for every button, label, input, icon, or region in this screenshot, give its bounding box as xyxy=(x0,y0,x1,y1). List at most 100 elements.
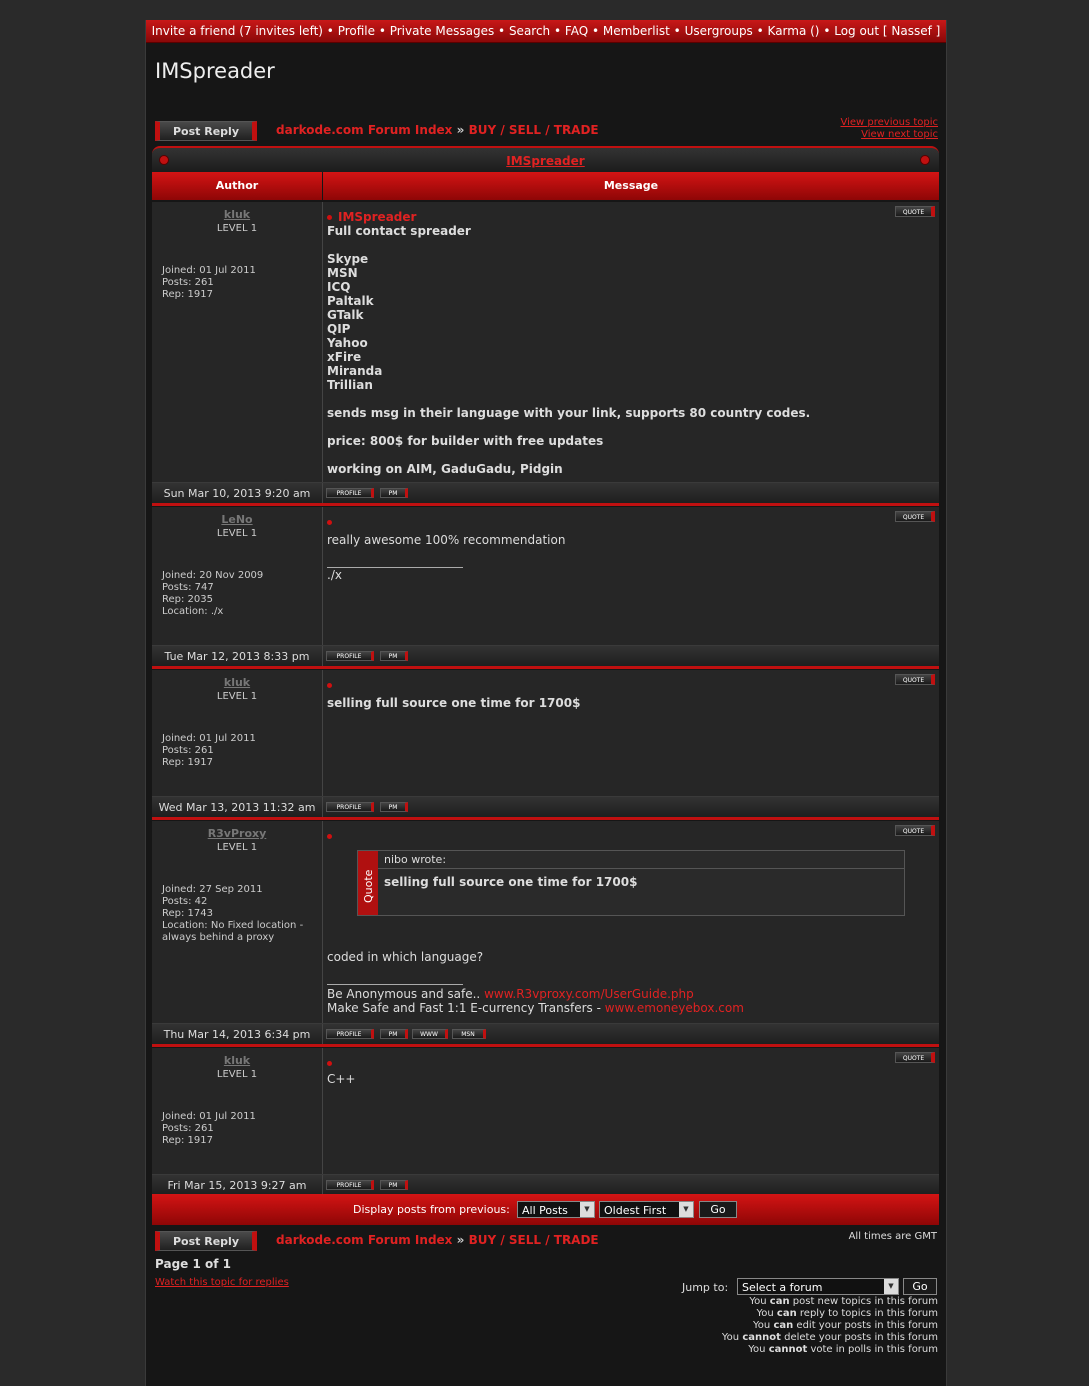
post-message-panel: QUOTE selling full source one time for 1… xyxy=(323,670,939,796)
pm-button[interactable]: PM xyxy=(380,488,408,498)
post-line: working on AIM, GaduGadu, Pidgin xyxy=(327,462,563,476)
quote-tab: Quote xyxy=(358,851,378,915)
post-footer: Tue Mar 12, 2013 8:33 pm PROFILE PM xyxy=(152,645,939,667)
post-message-panel: QUOTE IMSpreader Full contact spreader S… xyxy=(323,202,939,482)
author-rep: Rep: 1743 xyxy=(162,908,213,919)
post-body: C++ xyxy=(327,1056,917,1086)
post-line: MSN xyxy=(327,266,358,280)
pm-button[interactable]: PM xyxy=(380,651,408,661)
author-info: Joined: 27 Sep 2011 Posts: 42 Rep: 1743 … xyxy=(162,884,317,944)
post-body: IMSpreader Full contact spreader Skype M… xyxy=(327,210,917,476)
post-author-panel: kluk LEVEL 1 Joined: 01 Jul 2011 Posts: … xyxy=(152,202,323,482)
post-text: coded in which language? xyxy=(327,950,484,964)
search-link[interactable]: Search xyxy=(509,24,550,38)
breadcrumb-separator: » xyxy=(456,1233,465,1247)
signature-link[interactable]: www.emoneyebox.com xyxy=(605,1001,744,1015)
post-date: Wed Mar 13, 2013 11:32 am xyxy=(152,797,323,818)
signature-line-2: Make Safe and Fast 1:1 E-currency Transf… xyxy=(327,1001,917,1015)
jump-forum-select[interactable]: Select a forum ▼ xyxy=(737,1278,899,1295)
post-4: R3vProxy LEVEL 1 Joined: 27 Sep 2011 Pos… xyxy=(152,821,939,1045)
display-go-button[interactable]: Go xyxy=(699,1201,737,1218)
view-previous-topic-link[interactable]: View previous topic xyxy=(840,117,938,129)
post-message-panel: QUOTE really awesome 100% recommendation… xyxy=(323,507,939,645)
breadcrumb-index-link[interactable]: darkode.com Forum Index xyxy=(276,123,452,137)
author-level: LEVEL 1 xyxy=(216,223,258,234)
pm-button[interactable]: PM xyxy=(380,1180,408,1190)
pm-button[interactable]: PM xyxy=(380,1029,408,1039)
author-info: Joined: 20 Nov 2009 Posts: 747 Rep: 2035… xyxy=(162,570,317,618)
msn-button[interactable]: MSN xyxy=(452,1029,486,1039)
jump-label: Jump to: xyxy=(682,1281,729,1294)
post-line: price: 800$ for builder with free update… xyxy=(327,434,604,448)
author-location: Location: ./x xyxy=(162,606,224,617)
post-bullet-icon xyxy=(327,1061,332,1066)
view-next-topic-link[interactable]: View next topic xyxy=(840,129,938,141)
breadcrumb-forum-link[interactable]: BUY / SELL / TRADE xyxy=(469,123,599,137)
topic-title-link[interactable]: IMSpreader xyxy=(506,154,584,168)
pm-button[interactable]: PM xyxy=(380,802,408,812)
post-message-panel: QUOTE C++ xyxy=(323,1048,939,1174)
message-column-header: Message xyxy=(323,172,939,200)
breadcrumb-index-link[interactable]: darkode.com Forum Index xyxy=(276,1233,452,1247)
private-messages-link[interactable]: Private Messages xyxy=(390,24,495,38)
author-joined: Joined: 01 Jul 2011 xyxy=(162,733,256,744)
post-author-panel: kluk LEVEL 1 Joined: 01 Jul 2011 Posts: … xyxy=(152,670,323,796)
profile-button[interactable]: PROFILE xyxy=(326,651,374,661)
author-name-link[interactable]: kluk xyxy=(152,208,322,221)
usergroups-link[interactable]: Usergroups xyxy=(685,24,753,38)
post-line: sends msg in their language with your li… xyxy=(327,406,811,420)
post-footer: Thu Mar 14, 2013 6:34 pm PROFILE PM WWW … xyxy=(152,1023,939,1045)
display-options-bar: Display posts from previous: All Posts ▼… xyxy=(152,1194,939,1225)
post-5: kluk LEVEL 1 Joined: 01 Jul 2011 Posts: … xyxy=(152,1048,939,1196)
chevron-down-icon: ▼ xyxy=(679,1202,693,1217)
post-reply-button-bottom[interactable]: Post Reply xyxy=(155,1231,257,1251)
post-reply-button[interactable]: Post Reply xyxy=(155,121,257,141)
author-joined: Joined: 20 Nov 2009 xyxy=(162,570,264,581)
post-body xyxy=(327,829,917,843)
faq-link[interactable]: FAQ xyxy=(565,24,588,38)
post-3: kluk LEVEL 1 Joined: 01 Jul 2011 Posts: … xyxy=(152,670,939,818)
page-wrapper: Invite a friend (7 invites left) • Profi… xyxy=(145,20,947,1386)
memberlist-link[interactable]: Memberlist xyxy=(603,24,670,38)
www-button[interactable]: WWW xyxy=(412,1029,448,1039)
author-joined: Joined: 01 Jul 2011 xyxy=(162,1111,256,1122)
jump-go-button[interactable]: Go xyxy=(903,1278,937,1295)
profile-button[interactable]: PROFILE xyxy=(326,488,374,498)
author-name-link[interactable]: kluk xyxy=(152,676,322,689)
profile-link[interactable]: Profile xyxy=(338,24,375,38)
breadcrumb-forum-link[interactable]: BUY / SELL / TRADE xyxy=(469,1233,599,1247)
posts-range-select[interactable]: All Posts ▼ xyxy=(517,1201,595,1218)
signature: ./x xyxy=(327,568,342,582)
posts-range-value: All Posts xyxy=(522,1204,568,1217)
karma-link[interactable]: Karma () xyxy=(768,24,820,38)
author-info: Joined: 01 Jul 2011 Posts: 261 Rep: 1917 xyxy=(162,1111,317,1147)
watch-topic-link[interactable]: Watch this topic for replies xyxy=(155,1277,289,1288)
post-separator xyxy=(152,817,939,820)
post-text: selling full source one time for 1700$ xyxy=(327,696,581,710)
invite-link[interactable]: Invite a friend (7 invites left) xyxy=(152,24,323,38)
profile-button[interactable]: PROFILE xyxy=(326,1180,374,1190)
author-name-link[interactable]: kluk xyxy=(152,1054,322,1067)
author-posts: Posts: 261 xyxy=(162,1123,214,1134)
profile-button[interactable]: PROFILE xyxy=(326,802,374,812)
author-rep: Rep: 1917 xyxy=(162,289,213,300)
post-line: Yahoo xyxy=(327,336,368,350)
breadcrumb-bottom: darkode.com Forum Index » BUY / SELL / T… xyxy=(276,1233,599,1247)
logout-link[interactable]: Log out [ Nassef ] xyxy=(834,24,940,38)
sort-order-select[interactable]: Oldest First ▼ xyxy=(599,1201,694,1218)
author-name-link[interactable]: R3vProxy xyxy=(152,827,322,840)
post-date: Tue Mar 12, 2013 8:33 pm xyxy=(152,646,323,667)
signature-text: Be Anonymous and safe.. xyxy=(327,987,481,1001)
page-indicator: Page 1 of 1 xyxy=(155,1257,231,1271)
post-line: xFire xyxy=(327,350,362,364)
post-body: selling full source one time for 1700$ xyxy=(327,678,917,710)
author-rep: Rep: 2035 xyxy=(162,594,213,605)
sort-order-value: Oldest First xyxy=(604,1204,667,1217)
signature-link[interactable]: www.R3vproxy.com/UserGuide.php xyxy=(484,987,694,1001)
author-level: LEVEL 1 xyxy=(216,842,258,853)
author-name-link[interactable]: LeNo xyxy=(152,513,322,526)
permission-line: You cannot delete your posts in this for… xyxy=(721,1332,938,1343)
author-posts: Posts: 261 xyxy=(162,745,214,756)
post-line: Skype xyxy=(327,252,369,266)
profile-button[interactable]: PROFILE xyxy=(326,1029,374,1039)
